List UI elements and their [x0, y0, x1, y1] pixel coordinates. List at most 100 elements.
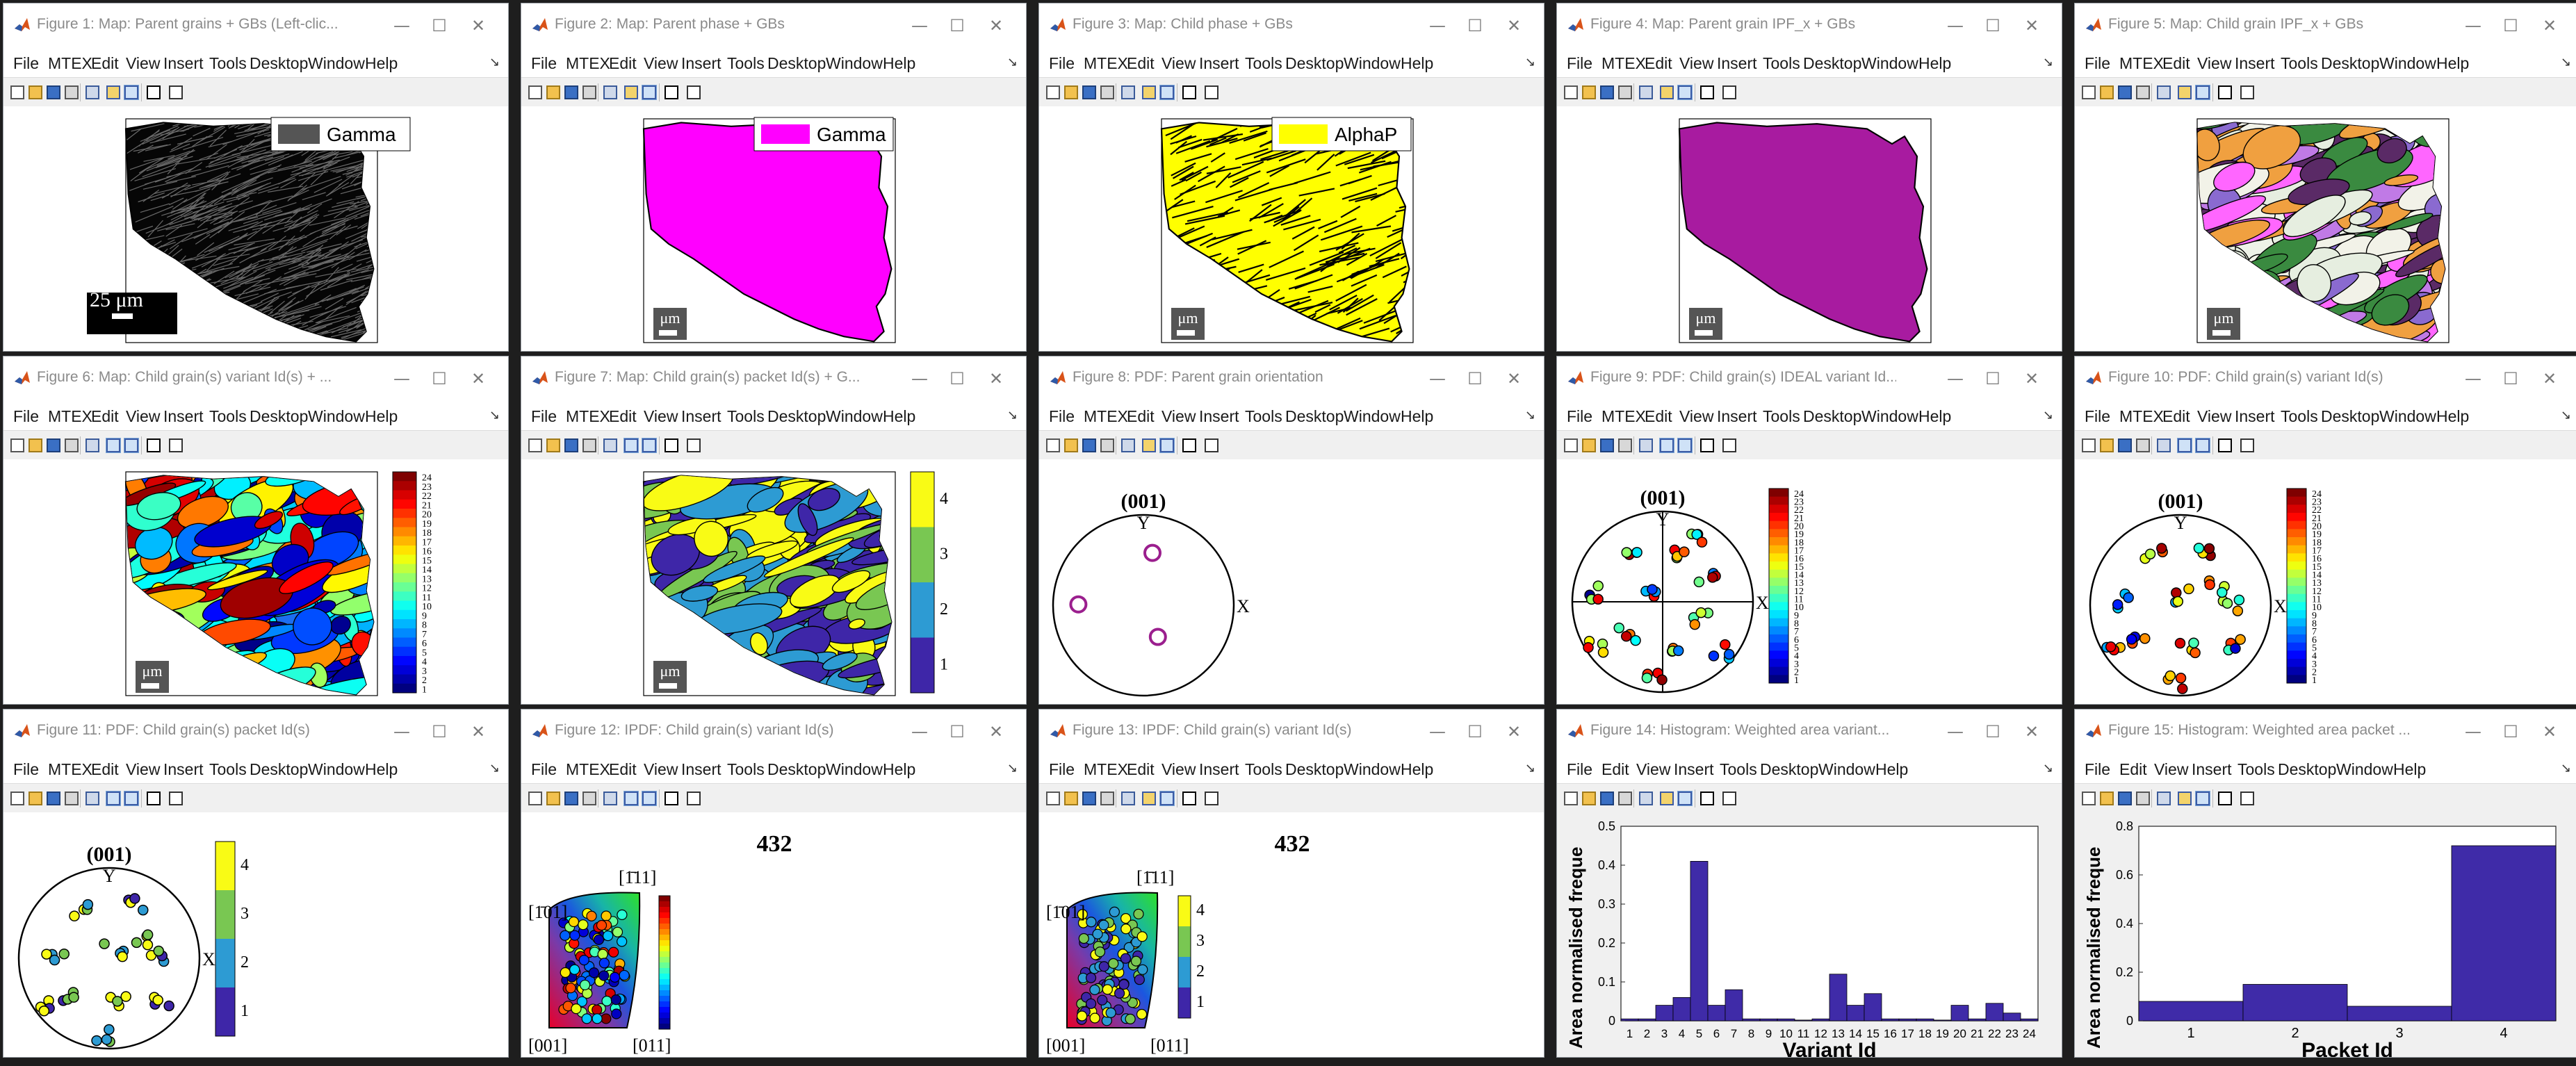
open-file-icon[interactable]	[1064, 792, 1078, 805]
new-figure-icon[interactable]	[1564, 438, 1578, 452]
legend-icon[interactable]	[1159, 791, 1175, 806]
minimize-button[interactable]: —	[902, 9, 937, 42]
axes-svg[interactable]: 1 2 3 4 5 6 7 8 9 10 11 12 13 14 15 16 17 18 19 20 21 22 23 240…	[1557, 812, 2062, 1057]
link-icon[interactable]	[85, 85, 99, 99]
axes-svg[interactable]: (001)YX242322212019181716151413121110987…	[1557, 459, 2062, 704]
title-bar[interactable]: Figure 9: PDF: Child grain(s) IDEAL vari…	[1557, 356, 2062, 403]
figure-window-4[interactable]: Figure 4: Map: Parent grain IPF_x + GBs —…	[1556, 3, 2062, 352]
figure-canvas[interactable]: (001) Y X 4 3 2 1	[3, 812, 508, 1057]
title-bar[interactable]: Figure 4: Map: Parent grain IPF_x + GBs —…	[1557, 3, 2062, 50]
menu-edit[interactable]: Edit	[1127, 402, 1155, 430]
menu-insert[interactable]: Insert	[1199, 402, 1239, 430]
bar[interactable]	[1916, 1018, 1934, 1022]
new-figure-icon[interactable]	[1046, 438, 1060, 452]
menu-desktop[interactable]: Desktop	[2321, 402, 2379, 430]
maximize-button[interactable]: ☐	[422, 362, 457, 395]
menu-mtex[interactable]: MTEX	[1084, 49, 1128, 77]
figure-canvas[interactable]: μm	[2075, 106, 2576, 351]
minimize-button[interactable]: —	[2456, 362, 2491, 395]
link-icon[interactable]	[85, 792, 99, 805]
print-icon[interactable]	[1618, 438, 1632, 452]
minimize-button[interactable]: —	[1420, 9, 1455, 42]
bar[interactable]	[2138, 1001, 2244, 1022]
menu-file[interactable]: File	[531, 49, 557, 77]
maximize-button[interactable]: ☐	[1458, 362, 1492, 395]
menu-edit[interactable]: Edit	[91, 402, 119, 430]
menu-mtex[interactable]: MTEX	[1601, 402, 1646, 430]
menu-help[interactable]: Help	[1401, 402, 1433, 430]
figure-canvas[interactable]: μm 4 3 2 1	[521, 459, 1026, 704]
menu-view[interactable]: View	[644, 402, 678, 430]
menu-help[interactable]: Help	[2436, 49, 2469, 77]
minimize-button[interactable]: —	[902, 362, 937, 395]
legend-icon[interactable]	[642, 85, 657, 100]
pointer-icon[interactable]	[1700, 792, 1714, 805]
menu-tools[interactable]: Tools	[2281, 402, 2318, 430]
bar[interactable]	[2451, 845, 2557, 1022]
save-icon[interactable]	[1600, 85, 1614, 99]
colorbar-icon[interactable]	[106, 791, 121, 806]
bar[interactable]	[1864, 993, 1882, 1022]
menu-tools[interactable]: Tools	[209, 755, 247, 783]
open-file-icon[interactable]	[28, 792, 42, 805]
dock-arrow-icon[interactable]: ↘	[489, 761, 500, 776]
print-icon[interactable]	[1100, 438, 1114, 452]
menu-mtex[interactable]: MTEX	[1601, 49, 1646, 77]
figure-canvas[interactable]: μm	[1557, 106, 2062, 351]
link-icon[interactable]	[1639, 792, 1653, 805]
menu-help[interactable]: Help	[365, 49, 398, 77]
title-bar[interactable]: Figure 2: Map: Parent phase + GBs — ☐ ✕	[521, 3, 1026, 50]
figure-window-11[interactable]: Figure 11: PDF: Child grain(s) packet Id…	[3, 709, 509, 1058]
colorbar-icon[interactable]	[106, 438, 121, 453]
menu-insert[interactable]: Insert	[163, 49, 204, 77]
menu-desktop[interactable]: Desktop	[250, 49, 308, 77]
menu-tools[interactable]: Tools	[2237, 755, 2275, 783]
menu-window[interactable]: Window	[2336, 755, 2393, 783]
pointer-icon[interactable]	[147, 792, 161, 805]
menu-help[interactable]: Help	[365, 755, 398, 783]
pointer-icon[interactable]	[1182, 792, 1196, 805]
menu-view[interactable]: View	[1679, 402, 1713, 430]
title-bar[interactable]: Figure 7: Map: Child grain(s) packet Id(…	[521, 356, 1026, 403]
print-icon[interactable]	[582, 792, 596, 805]
menu-desktop[interactable]: Desktop	[2278, 755, 2336, 783]
property-editor-icon[interactable]	[687, 792, 701, 805]
axes-svg[interactable]: μm 4 3 2 1	[521, 459, 1026, 704]
new-figure-icon[interactable]	[528, 85, 542, 99]
menu-insert[interactable]: Insert	[1199, 755, 1239, 783]
open-file-icon[interactable]	[1064, 85, 1078, 99]
menu-insert[interactable]: Insert	[681, 755, 722, 783]
menu-insert[interactable]: Insert	[1674, 755, 1714, 783]
menu-mtex[interactable]: MTEX	[566, 402, 610, 430]
property-editor-icon[interactable]	[2240, 438, 2254, 452]
colorbar-icon[interactable]	[1142, 438, 1156, 452]
new-figure-icon[interactable]	[2082, 792, 2096, 805]
menu-help[interactable]: Help	[1918, 402, 1951, 430]
axes-svg[interactable]: 1 2 3 4 0 0.2 0.4 0.6 0.8 Packet Id Area normalise…	[2075, 812, 2576, 1057]
bar[interactable]	[2020, 1018, 2039, 1022]
save-icon[interactable]	[47, 85, 60, 99]
figure-window-9[interactable]: Figure 9: PDF: Child grain(s) IDEAL vari…	[1556, 356, 2062, 705]
menu-insert[interactable]: Insert	[163, 402, 204, 430]
title-bar[interactable]: Figure 5: Map: Child grain IPF_x + GBs — ☐…	[2075, 3, 2576, 50]
title-bar[interactable]: Figure 14: Histogram: Weighted area vari…	[1557, 710, 2062, 756]
property-editor-icon[interactable]	[1722, 85, 1736, 99]
menu-insert[interactable]: Insert	[163, 755, 204, 783]
dock-arrow-icon[interactable]: ↘	[1525, 55, 1535, 69]
menu-tools[interactable]: Tools	[2281, 49, 2318, 77]
link-icon[interactable]	[603, 792, 617, 805]
pointer-icon[interactable]	[2218, 438, 2232, 452]
colorbar-icon[interactable]	[2177, 438, 2192, 453]
dock-arrow-icon[interactable]: ↘	[2043, 761, 2053, 776]
maximize-button[interactable]: ☐	[2493, 9, 2528, 42]
new-figure-icon[interactable]	[2082, 438, 2096, 452]
open-file-icon[interactable]	[546, 85, 560, 99]
menu-file[interactable]: File	[2085, 755, 2110, 783]
menu-help[interactable]: Help	[1918, 49, 1951, 77]
legend-icon[interactable]	[124, 85, 139, 100]
title-bar[interactable]: Figure 13: IPDF: Child grain(s) variant …	[1039, 710, 1544, 756]
menu-view[interactable]: View	[2197, 49, 2231, 77]
new-figure-icon[interactable]	[1046, 792, 1060, 805]
menu-edit[interactable]: Edit	[2119, 755, 2147, 783]
link-icon[interactable]	[603, 85, 617, 99]
